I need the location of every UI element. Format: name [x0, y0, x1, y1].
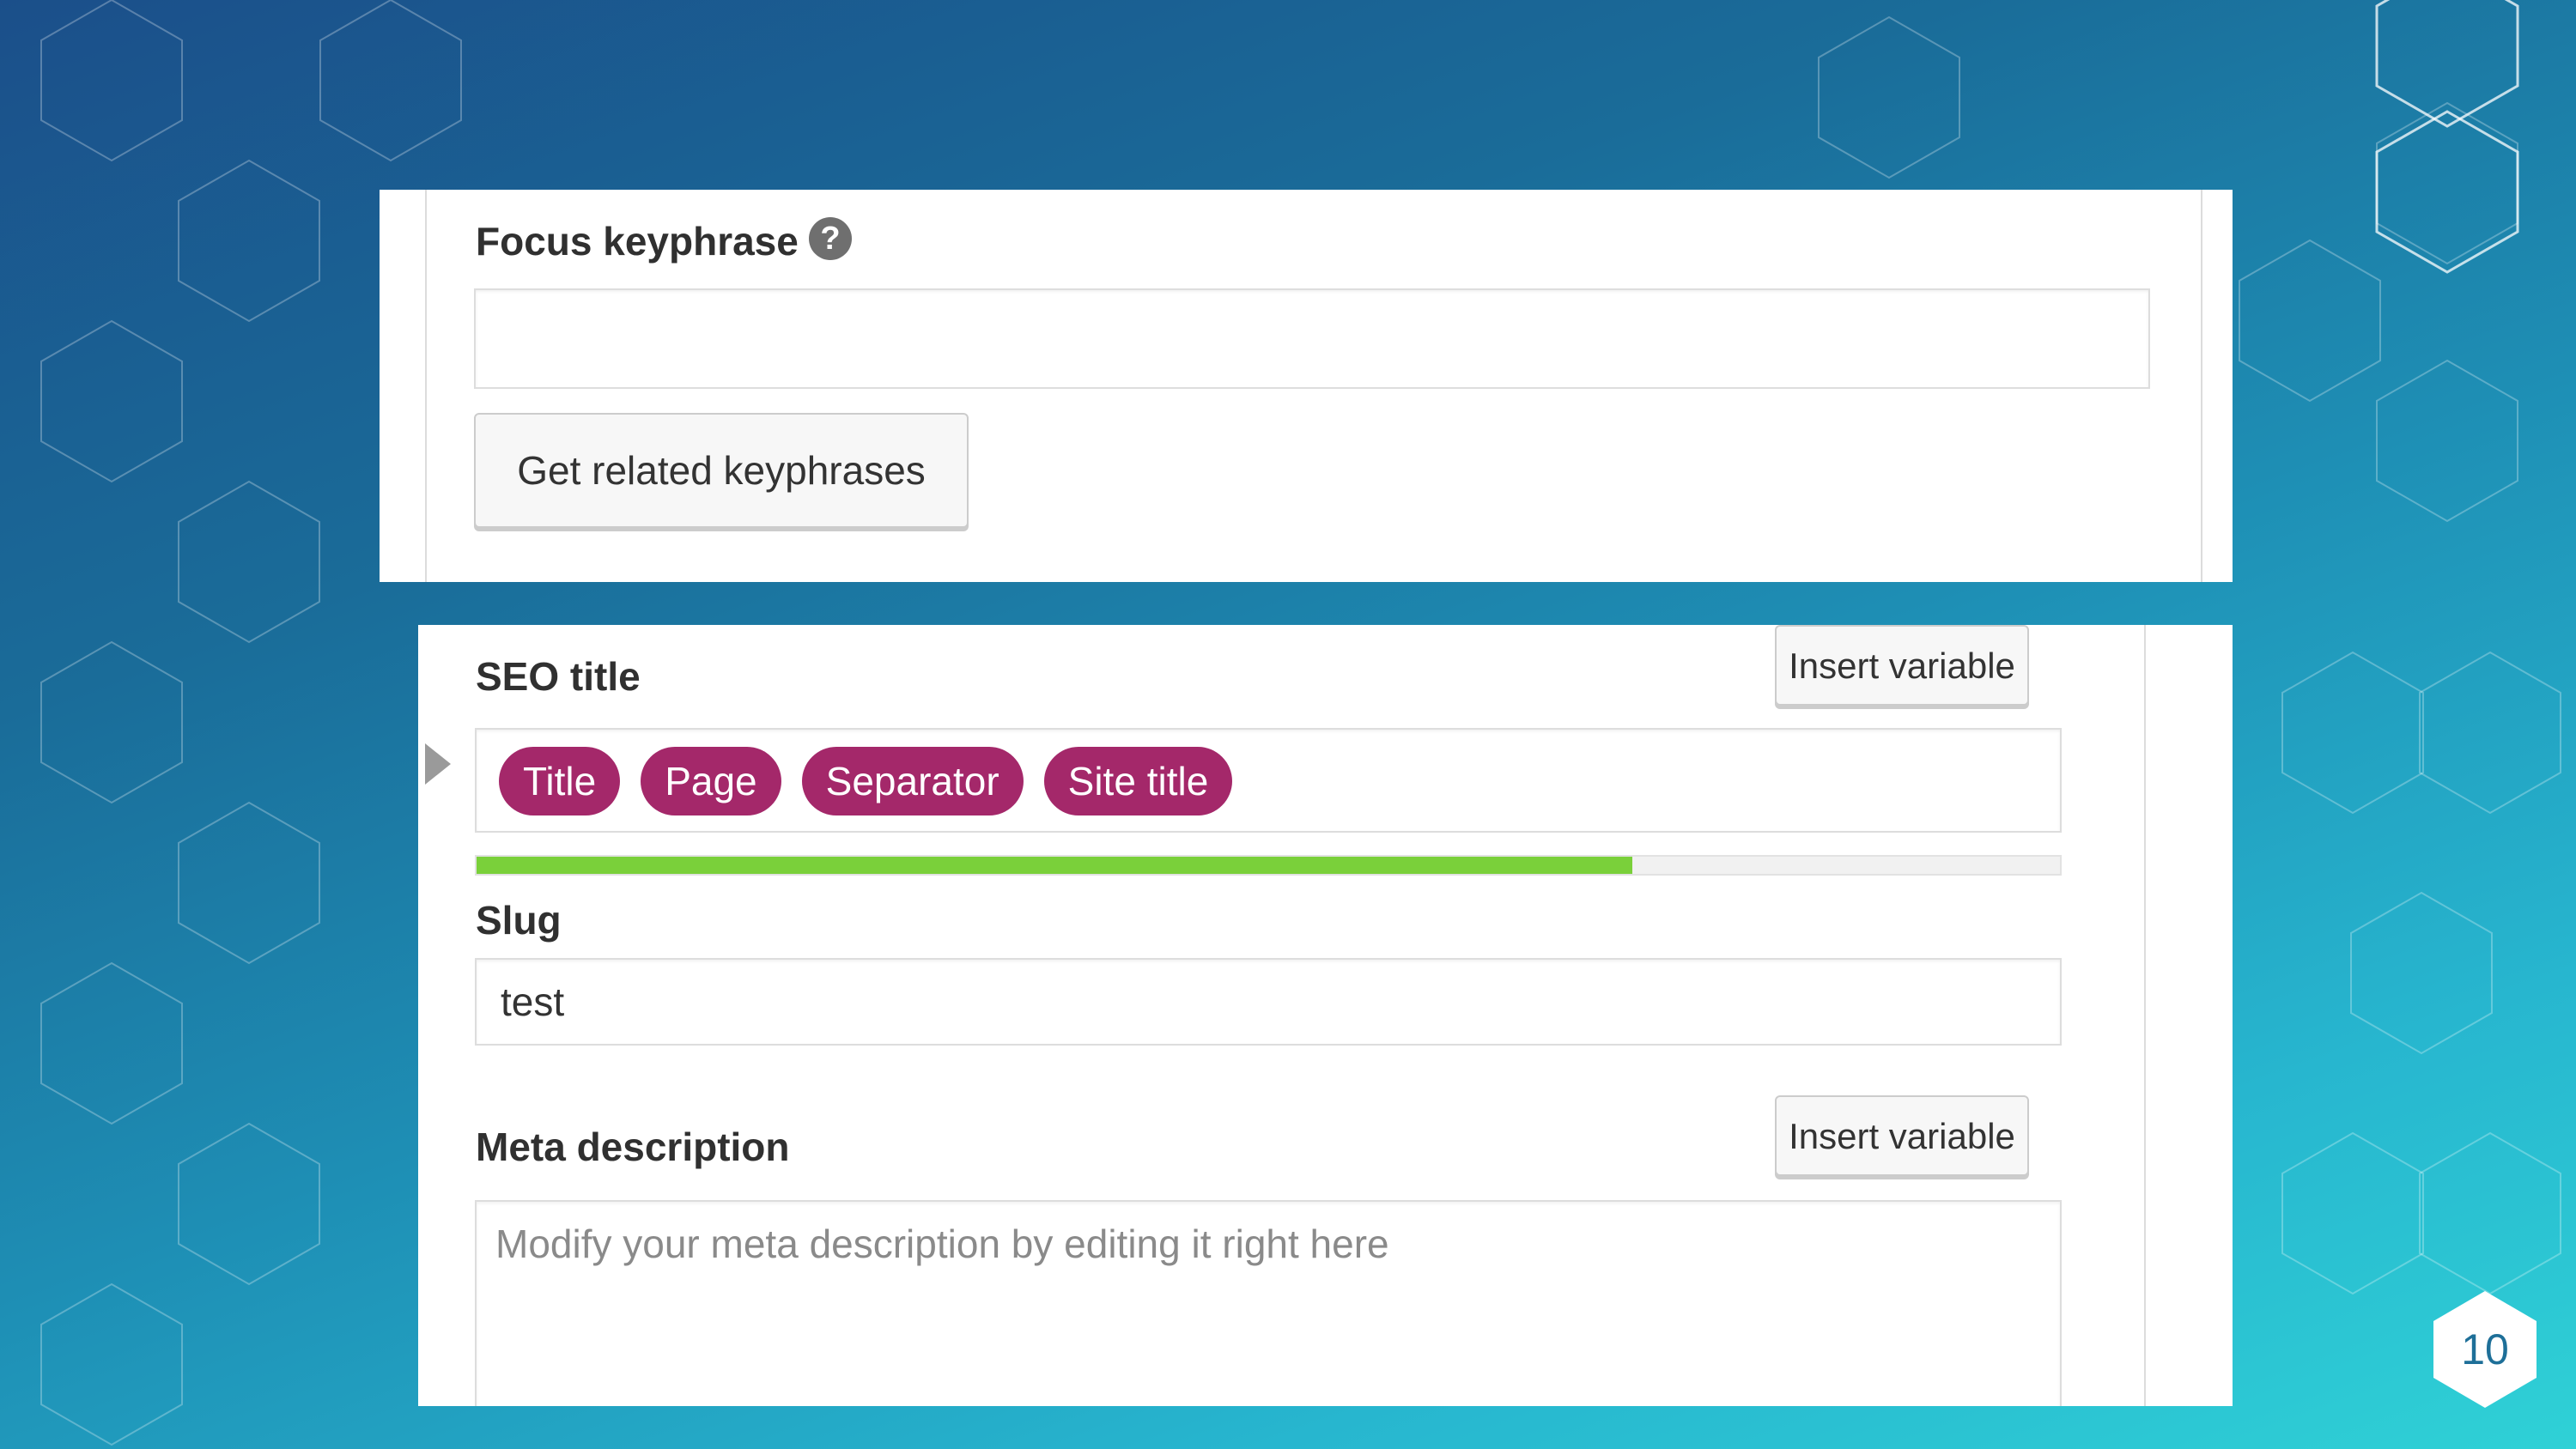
seo-title-input[interactable]: Title Page Separator Site title — [475, 728, 2062, 833]
slug-input[interactable]: test — [475, 958, 2062, 1046]
meta-description-insert-variable-button[interactable]: Insert variable — [1775, 1095, 2029, 1176]
focus-keyphrase-panel: Focus keyphrase ? Get related keyphrases — [380, 190, 2233, 582]
slug-label: Slug — [476, 898, 562, 943]
variable-pill-site-title[interactable]: Site title — [1043, 747, 1233, 815]
variable-pill-title[interactable]: Title — [499, 747, 621, 815]
panel-divider — [2144, 625, 2146, 1406]
panel-divider — [2201, 190, 2202, 582]
get-related-keyphrases-button[interactable]: Get related keyphrases — [474, 413, 969, 528]
seo-title-insert-variable-button[interactable]: Insert variable — [1775, 625, 2029, 706]
meta-description-placeholder: Modify your meta description by editing … — [495, 1222, 1389, 1266]
meta-description-label: Meta description — [476, 1125, 790, 1169]
seo-title-length-progress — [475, 855, 2062, 876]
variable-pill-separator[interactable]: Separator — [801, 747, 1024, 815]
focus-keyphrase-input[interactable] — [474, 288, 2150, 389]
slug-value: test — [501, 979, 565, 1024]
question-circle-icon[interactable]: ? — [809, 217, 852, 260]
variable-pill-page[interactable]: Page — [641, 747, 781, 815]
seo-title-label: SEO title — [476, 654, 641, 699]
slide-page-number: 10 — [2461, 1325, 2509, 1373]
focus-keyphrase-label: Focus keyphrase — [476, 219, 799, 264]
slide-page-badge: 10 — [2432, 1289, 2538, 1410]
panel-divider — [425, 190, 427, 582]
seo-title-variables: Title Page Separator Site title — [499, 747, 1253, 815]
snippet-editor-panel: SEO title Insert variable Title Page Separ… — [418, 625, 2233, 1406]
meta-description-textarea[interactable]: Modify your meta description by editing … — [475, 1200, 2062, 1406]
seo-title-length-progress-fill — [477, 857, 1633, 874]
caret-right-icon[interactable] — [425, 743, 451, 785]
